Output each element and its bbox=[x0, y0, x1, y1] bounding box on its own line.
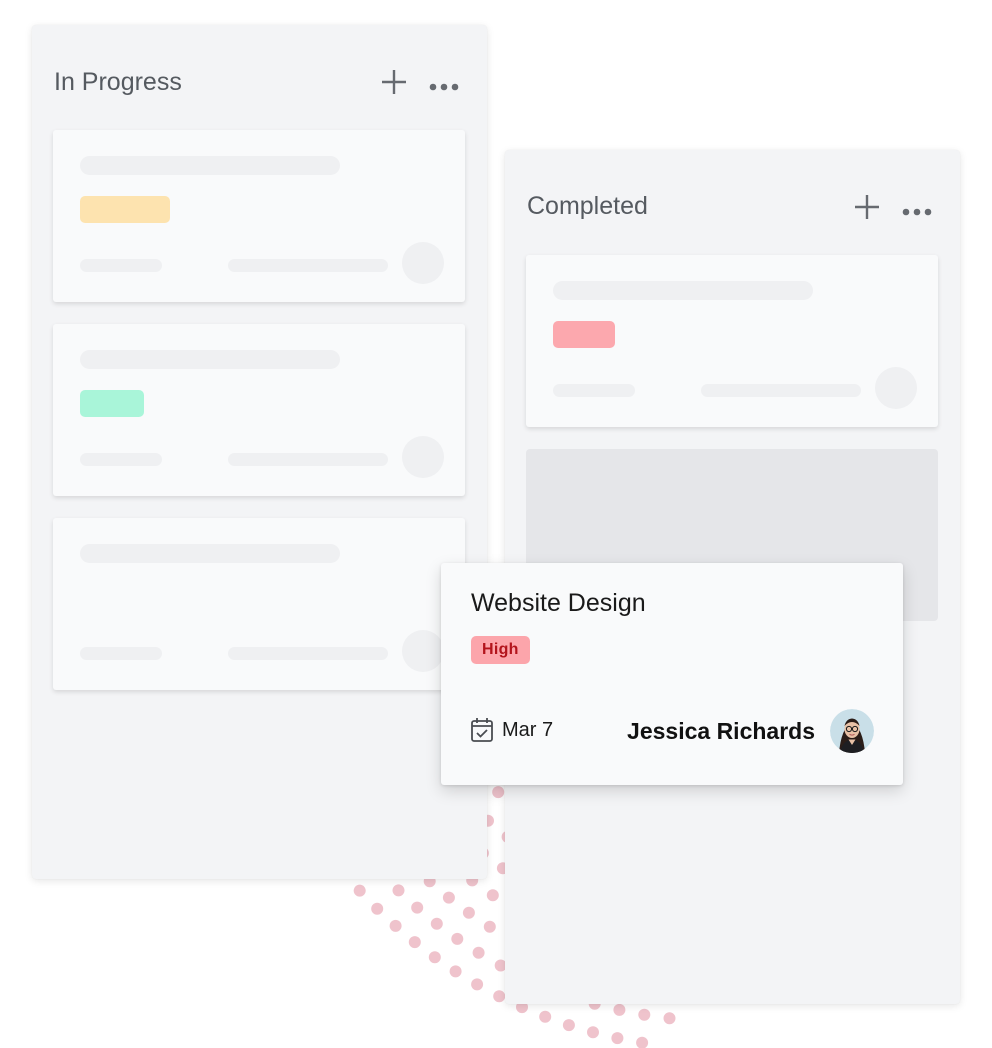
card-title: Website Design bbox=[471, 589, 646, 617]
add-card-button[interactable] bbox=[381, 69, 407, 100]
column-title: In Progress bbox=[54, 68, 182, 96]
pattern-dot bbox=[449, 965, 462, 978]
due-date-text: Mar 7 bbox=[502, 718, 554, 741]
avatar[interactable] bbox=[830, 709, 874, 753]
avatar-skeleton bbox=[402, 630, 444, 672]
task-card-placeholder[interactable] bbox=[53, 324, 465, 496]
pattern-dot bbox=[442, 891, 455, 904]
avatar-skeleton bbox=[875, 367, 917, 409]
more-horizontal-icon bbox=[429, 83, 459, 91]
pattern-dot bbox=[562, 1019, 575, 1032]
assignee-name: Jessica Richards bbox=[627, 718, 815, 744]
tag-skeleton bbox=[80, 390, 144, 417]
title-skeleton bbox=[553, 281, 813, 300]
pattern-dot bbox=[462, 906, 475, 919]
column-menu-button[interactable] bbox=[902, 203, 932, 221]
pattern-dot bbox=[471, 978, 484, 991]
task-card-placeholder[interactable] bbox=[53, 518, 465, 690]
pattern-dot bbox=[483, 920, 496, 933]
title-skeleton bbox=[80, 350, 340, 369]
pattern-dot bbox=[636, 1036, 649, 1048]
assignee-skeleton bbox=[228, 259, 388, 272]
pattern-dot bbox=[492, 786, 505, 799]
calendar-check-icon bbox=[471, 718, 493, 742]
pattern-dot bbox=[638, 1008, 651, 1021]
pattern-dot bbox=[663, 1012, 676, 1025]
tag-skeleton bbox=[553, 321, 615, 348]
title-skeleton bbox=[80, 156, 340, 175]
add-card-button[interactable] bbox=[854, 194, 880, 225]
assignee-skeleton bbox=[701, 384, 861, 397]
pattern-dot bbox=[451, 932, 464, 945]
date-skeleton bbox=[80, 259, 162, 272]
pattern-dot bbox=[408, 936, 421, 949]
avatar-skeleton bbox=[402, 242, 444, 284]
pattern-dot bbox=[389, 919, 402, 932]
column-title: Completed bbox=[527, 192, 648, 220]
avatar-skeleton bbox=[402, 436, 444, 478]
pattern-dot bbox=[486, 889, 499, 902]
pattern-dot bbox=[353, 884, 366, 897]
pattern-dot bbox=[493, 990, 506, 1003]
more-horizontal-icon bbox=[902, 208, 932, 216]
pattern-dot bbox=[430, 917, 443, 930]
column-menu-button[interactable] bbox=[429, 78, 459, 96]
plus-icon bbox=[382, 70, 406, 94]
pattern-dot bbox=[411, 901, 424, 914]
date-skeleton bbox=[80, 647, 162, 660]
due-date[interactable]: Mar 7 bbox=[470, 717, 553, 743]
task-card-placeholder[interactable] bbox=[53, 130, 465, 302]
assignee-skeleton bbox=[228, 647, 388, 660]
dragged-task-card[interactable]: Website Design High Mar 7 Jessica Richar… bbox=[441, 563, 903, 785]
pattern-dot bbox=[539, 1010, 552, 1023]
pattern-dot bbox=[472, 946, 485, 959]
date-skeleton bbox=[553, 384, 635, 397]
pattern-dot bbox=[611, 1032, 624, 1045]
priority-badge: High bbox=[471, 636, 530, 664]
pattern-dot bbox=[428, 951, 441, 964]
column-in-progress: In Progress bbox=[32, 25, 487, 879]
pattern-dot bbox=[371, 902, 384, 915]
pattern-dot bbox=[392, 884, 405, 897]
pattern-dot bbox=[587, 1026, 599, 1039]
assignee-skeleton bbox=[228, 453, 388, 466]
task-card-placeholder[interactable] bbox=[526, 255, 938, 427]
tag-skeleton bbox=[80, 196, 170, 223]
title-skeleton bbox=[80, 544, 340, 563]
pattern-dot bbox=[613, 1003, 626, 1016]
plus-icon bbox=[855, 195, 879, 219]
date-skeleton bbox=[80, 453, 162, 466]
